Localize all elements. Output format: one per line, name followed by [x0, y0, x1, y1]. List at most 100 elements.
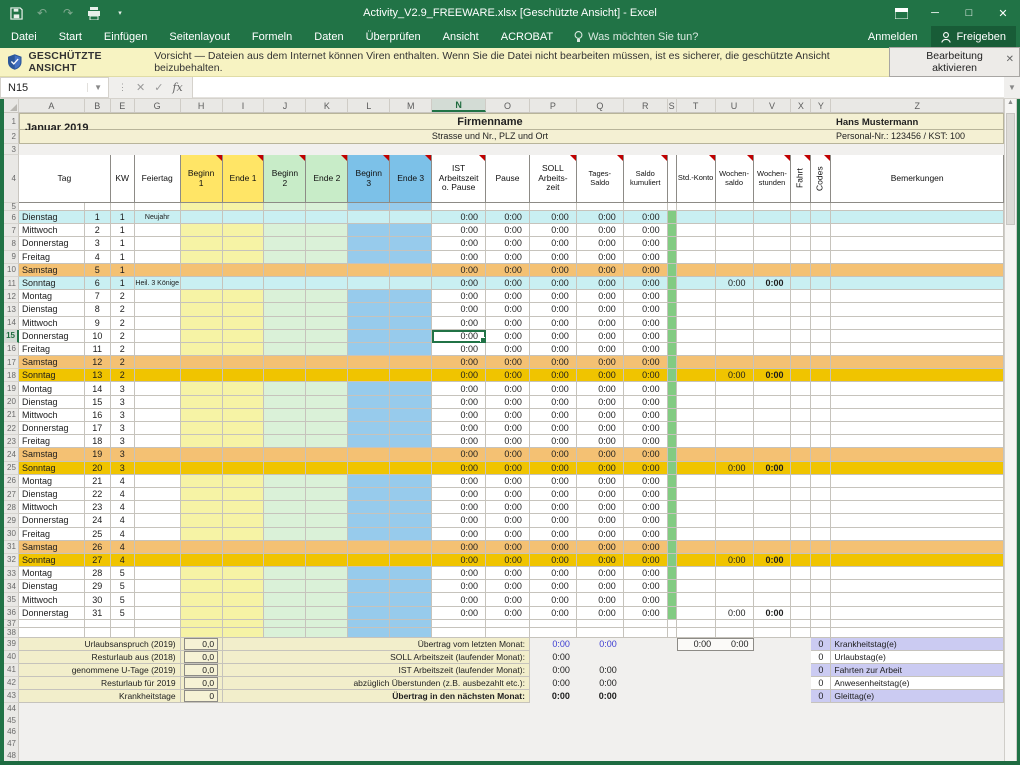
- cell-M38[interactable]: [390, 628, 432, 638]
- cell-Z21[interactable]: [831, 409, 1004, 422]
- cell-L6[interactable]: [348, 211, 390, 224]
- cell-L14[interactable]: [348, 317, 390, 330]
- cell-J26[interactable]: [264, 475, 306, 488]
- time-value[interactable]: 0:00: [624, 448, 668, 461]
- time-value[interactable]: 0:00: [624, 607, 668, 620]
- day-name[interactable]: Sonntag: [19, 554, 85, 567]
- cell-P37[interactable]: [530, 620, 577, 628]
- carry-box[interactable]: [677, 664, 754, 677]
- cell-I11[interactable]: [223, 277, 265, 290]
- holiday-name[interactable]: [135, 422, 181, 435]
- time-value[interactable]: 0:00: [486, 343, 530, 356]
- time-value[interactable]: 0:00: [486, 224, 530, 237]
- holiday-name[interactable]: [135, 409, 181, 422]
- cell-Y10[interactable]: [811, 264, 831, 277]
- summary-mid-label[interactable]: SOLL Arbeitszeit (laufender Monat):: [223, 651, 530, 664]
- cell-L17[interactable]: [348, 356, 390, 369]
- cell-L30[interactable]: [348, 528, 390, 541]
- day-number[interactable]: 19: [85, 448, 111, 461]
- cell-K36[interactable]: [306, 607, 348, 620]
- day-name[interactable]: Mittwoch: [19, 501, 85, 514]
- week-number[interactable]: 3: [111, 448, 135, 461]
- day-number[interactable]: 2: [85, 224, 111, 237]
- cell-K8[interactable]: [306, 237, 348, 250]
- cell-V20[interactable]: [754, 396, 792, 409]
- time-value[interactable]: 0:00: [432, 435, 486, 448]
- cell-T22[interactable]: [677, 422, 716, 435]
- cell-I6[interactable]: [223, 211, 265, 224]
- cell-T9[interactable]: [677, 251, 716, 264]
- cell-K16[interactable]: [306, 343, 348, 356]
- cell-U26[interactable]: [716, 475, 754, 488]
- ribbon-tab-daten[interactable]: Daten: [303, 26, 354, 48]
- cell-A37[interactable]: [19, 620, 85, 628]
- cell-H13[interactable]: [181, 303, 223, 316]
- carry-box[interactable]: [677, 690, 754, 703]
- cell-Z37[interactable]: [831, 620, 1004, 628]
- cell-Y29[interactable]: [811, 514, 831, 527]
- ribbon-tab-acrobat[interactable]: ACROBAT: [490, 26, 564, 48]
- cell-I25[interactable]: [223, 462, 265, 475]
- day-number[interactable]: 25: [85, 528, 111, 541]
- time-value[interactable]: 0:00: [486, 448, 530, 461]
- cell-Z11[interactable]: [831, 277, 1004, 290]
- cell-Z32[interactable]: [831, 554, 1004, 567]
- column-header-Y[interactable]: Y: [811, 99, 831, 112]
- cell-J37[interactable]: [264, 620, 306, 628]
- spacer[interactable]: [791, 690, 811, 703]
- column-header-O[interactable]: O: [486, 99, 530, 112]
- cell-L38[interactable]: [348, 628, 390, 638]
- cell-Y6[interactable]: [811, 211, 831, 224]
- carry-box[interactable]: [677, 651, 754, 664]
- day-name[interactable]: Dienstag: [19, 580, 85, 593]
- cell-M26[interactable]: [390, 475, 432, 488]
- holiday-name[interactable]: [135, 448, 181, 461]
- week-hours-value[interactable]: 0:00: [754, 369, 792, 382]
- cell-J21[interactable]: [264, 409, 306, 422]
- cell-P38[interactable]: [530, 628, 577, 638]
- cell-O37[interactable]: [486, 620, 530, 628]
- cell-M10[interactable]: [390, 264, 432, 277]
- cell-I35[interactable]: [223, 593, 265, 606]
- cell-I5[interactable]: [223, 203, 265, 211]
- cell-B37[interactable]: [85, 620, 111, 628]
- summary-mid-label[interactable]: Übertrag vom letzten Monat:: [223, 638, 530, 651]
- cell-X9[interactable]: [791, 251, 811, 264]
- time-value[interactable]: 0:00: [624, 422, 668, 435]
- cell-Z18[interactable]: [831, 369, 1004, 382]
- week-number[interactable]: 5: [111, 607, 135, 620]
- time-value[interactable]: 0:00: [432, 264, 486, 277]
- time-value[interactable]: 0:00: [530, 382, 577, 395]
- namebox-dropdown-icon[interactable]: ▼: [87, 83, 108, 92]
- time-value[interactable]: 0:00: [432, 396, 486, 409]
- cell-X7[interactable]: [791, 224, 811, 237]
- cell-J15[interactable]: [264, 330, 306, 343]
- cell-U37[interactable]: [716, 620, 754, 628]
- time-value[interactable]: 0:00: [624, 541, 668, 554]
- row-header-40[interactable]: 40: [4, 651, 19, 664]
- cell-V35[interactable]: [754, 593, 792, 606]
- day-name[interactable]: Montag: [19, 290, 85, 303]
- cell-J10[interactable]: [264, 264, 306, 277]
- column-header-N[interactable]: N: [432, 99, 486, 112]
- cell-S11[interactable]: [668, 277, 677, 290]
- time-value[interactable]: 0:00: [577, 422, 624, 435]
- cell-S28[interactable]: [668, 501, 677, 514]
- cell-J28[interactable]: [264, 501, 306, 514]
- cell-S27[interactable]: [668, 488, 677, 501]
- week-number[interactable]: 2: [111, 330, 135, 343]
- cell-X21[interactable]: [791, 409, 811, 422]
- cell-I27[interactable]: [223, 488, 265, 501]
- row-header-11[interactable]: 11: [4, 277, 19, 290]
- cell-H24[interactable]: [181, 448, 223, 461]
- cell-R37[interactable]: [624, 620, 668, 628]
- week-number[interactable]: 2: [111, 343, 135, 356]
- time-value[interactable]: 0:00: [432, 488, 486, 501]
- day-number[interactable]: 20: [85, 462, 111, 475]
- cell-Z8[interactable]: [831, 237, 1004, 250]
- row-header-8[interactable]: 8: [4, 237, 19, 250]
- cell-S7[interactable]: [668, 224, 677, 237]
- row-header-9[interactable]: 9: [4, 251, 19, 264]
- time-value[interactable]: 0:00: [577, 356, 624, 369]
- header-e1[interactable]: Ende 1: [223, 155, 265, 203]
